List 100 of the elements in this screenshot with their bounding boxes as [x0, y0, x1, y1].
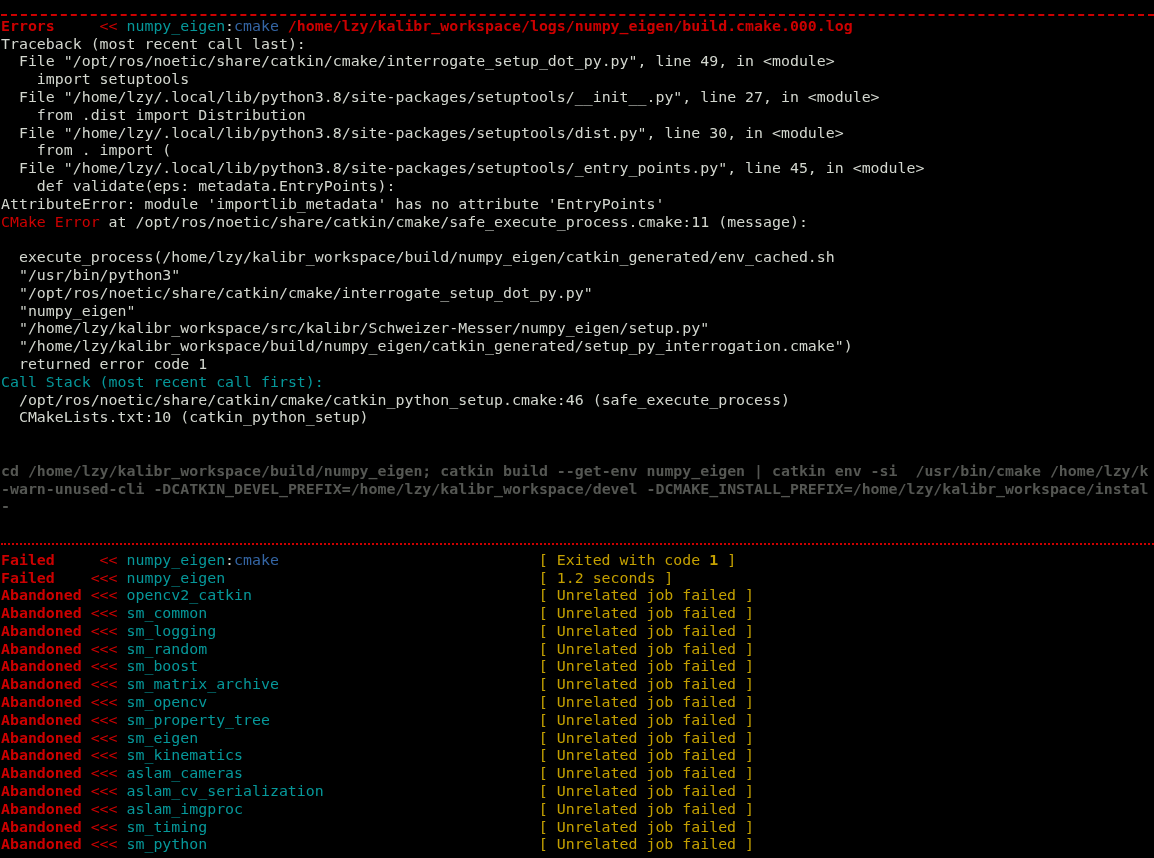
arrows-marker: <<<	[90, 747, 118, 766]
job-result: [ Unrelated job failed ]	[538, 640, 755, 659]
command-line: cd /home/lzy/kalibr_workspace/build/numpy_eigen; catkin build --get-env numpy_eigen | catkin env -si /usr/bin/cmake /home/lzy/k	[1, 462, 1149, 481]
arrows-marker: <<	[99, 17, 118, 36]
package-name: sm_boost	[126, 658, 199, 677]
command-line: -	[1, 498, 10, 517]
log-line: Traceback (most recent call last):	[1, 35, 306, 54]
log-line: import setuptools	[35, 71, 190, 89]
arrows-marker: <<<	[90, 711, 118, 730]
status-label: Errors	[1, 17, 55, 36]
log-line: "/opt/ros/noetic/share/catkin/cmake/interrogate_setup_dot_py.py"	[17, 284, 593, 303]
separator: :	[225, 17, 235, 36]
separator: :	[225, 551, 235, 570]
package-name: aslam_imgproc	[126, 800, 244, 819]
package-name: sm_logging	[126, 622, 217, 641]
job-result: [ Unrelated job failed ]	[538, 711, 755, 730]
status-label: Abandoned	[1, 587, 82, 606]
package-name: numpy_eigen	[126, 551, 226, 570]
status-label: Abandoned	[1, 694, 82, 712]
log-line: /opt/ros/noetic/share/catkin/cmake/catkin_python_setup.cmake:46 (safe_execute_process)	[17, 391, 790, 410]
job-result: [ Unrelated job failed ]	[538, 622, 755, 641]
arrows-marker: <<<	[90, 569, 118, 588]
job-result: [ Unrelated job failed ]	[538, 747, 755, 766]
job-result: [ Unrelated job failed ]	[538, 587, 755, 606]
error-label: CMake Error	[1, 213, 100, 232]
arrows-marker: <<<	[90, 836, 118, 855]
arrows-marker: <<<	[90, 694, 118, 712]
package-name: sm_eigen	[126, 729, 199, 748]
log-line: "/home/lzy/kalibr_workspace/build/numpy_eigen/catkin_generated/setup_py_interrogation.cmake")	[17, 338, 853, 356]
job-result: [ Unrelated job failed ]	[538, 694, 755, 712]
job-result: [ Exited with code 1 ]	[538, 551, 737, 570]
job-result: [ Unrelated job failed ]	[538, 800, 755, 819]
log-line: File "/opt/ros/noetic/share/catkin/cmake/interrogate_setup_dot_py.py", line 49, in <module>	[17, 53, 835, 72]
status-label: Abandoned	[1, 676, 82, 695]
job-result: [ Unrelated job failed ]	[538, 765, 755, 784]
arrows-marker: <<<	[90, 658, 118, 677]
status-label: Abandoned	[1, 800, 82, 819]
log-line: from . import (	[35, 142, 172, 161]
stage-name: cmake	[234, 17, 279, 36]
package-name: opencv2_catkin	[126, 587, 252, 606]
status-label: Abandoned	[1, 658, 82, 677]
arrows-marker: <<	[99, 551, 118, 570]
package-name: sm_timing	[126, 818, 208, 837]
status-label: Abandoned	[1, 747, 82, 766]
job-result: [ Unrelated job failed ]	[538, 818, 755, 837]
log-line: def validate(eps: metadata.EntryPoints):	[35, 177, 396, 196]
log-line: from .dist import Distribution	[35, 106, 306, 125]
log-line: execute_process(/home/lzy/kalibr_workspace/build/numpy_eigen/catkin_generated/env_cached.sh	[17, 249, 835, 267]
job-result: [ Unrelated job failed ]	[538, 605, 755, 623]
status-label: Abandoned	[1, 783, 82, 801]
status-label: Abandoned	[1, 836, 82, 855]
job-result: [ Unrelated job failed ]	[538, 783, 755, 801]
arrows-marker: <<<	[90, 765, 118, 784]
status-label: Abandoned	[1, 729, 82, 748]
package-name: aslam_cameras	[126, 765, 244, 784]
command-line: -warn-unused-cli -DCATKIN_DEVEL_PREFIX=/home/lzy/kalibr_workspace/devel -DCMAKE_INSTALL_PREFIX=/home/lzy/kalibr_workspace/instal	[1, 480, 1149, 499]
arrows-marker: <<<	[90, 640, 118, 659]
status-label: Abandoned	[1, 818, 82, 837]
package-name: sm_kinematics	[126, 747, 244, 766]
arrows-marker: <<<	[90, 818, 118, 837]
package-name: aslam_cv_serialization	[126, 783, 324, 801]
arrows-marker: <<<	[90, 800, 118, 819]
arrows-marker: <<<	[90, 605, 118, 623]
log-line: at /opt/ros/noetic/share/catkin/cmake/safe_execute_process.cmake:11 (message):	[107, 213, 808, 232]
package-name: sm_python	[126, 836, 208, 855]
arrows-marker: <<<	[90, 587, 118, 606]
package-name: sm_common	[126, 605, 208, 623]
log-line: CMakeLists.txt:10 (catkin_python_setup)	[17, 409, 369, 428]
job-result: [ Unrelated job failed ]	[538, 658, 755, 677]
status-label: Failed	[1, 569, 55, 588]
status-label: Failed	[1, 551, 55, 570]
arrows-marker: <<<	[90, 783, 118, 801]
package-name: sm_property_tree	[126, 711, 270, 730]
arrows-marker: <<<	[90, 622, 118, 641]
job-result: [ Unrelated job failed ]	[538, 836, 755, 855]
package-name: sm_opencv	[126, 694, 208, 712]
arrows-marker: <<<	[90, 729, 118, 748]
package-name: sm_random	[126, 640, 208, 659]
stage-name: cmake	[234, 551, 279, 570]
log-line: "/usr/bin/python3"	[17, 266, 181, 285]
arrows-marker: <<<	[90, 676, 118, 695]
log-line: Call Stack (most recent call first):	[1, 373, 324, 392]
package-name: numpy_eigen	[126, 569, 226, 588]
job-result: [ 1.2 seconds ]	[538, 569, 674, 588]
log-line: returned error code 1	[17, 355, 208, 374]
status-label: Abandoned	[1, 640, 82, 659]
package-name: numpy_eigen	[126, 17, 226, 36]
status-label: Abandoned	[1, 765, 82, 784]
job-result: [ Unrelated job failed ]	[538, 729, 755, 748]
log-line: AttributeError: module 'importlib_metadata' has no attribute 'EntryPoints'	[1, 195, 665, 214]
log-line: "numpy_eigen"	[17, 302, 136, 321]
status-label: Abandoned	[1, 622, 82, 641]
log-line: File "/home/lzy/.local/lib/python3.8/site-packages/setuptools/__init__.py", line 27, in <module>	[17, 89, 880, 107]
log-path: /home/lzy/kalibr_workspace/logs/numpy_eigen/build.cmake.000.log	[287, 17, 853, 36]
status-label: Abandoned	[1, 605, 82, 623]
status-label: Abandoned	[1, 711, 82, 730]
log-line: "/home/lzy/kalibr_workspace/src/kalibr/Schweizer-Messer/numpy_eigen/setup.py"	[17, 320, 710, 339]
log-line: File "/home/lzy/.local/lib/python3.8/site-packages/setuptools/_entry_points.py", line 45, in <module>	[17, 160, 925, 178]
job-result: [ Unrelated job failed ]	[538, 676, 755, 695]
package-name: sm_matrix_archive	[126, 676, 279, 695]
